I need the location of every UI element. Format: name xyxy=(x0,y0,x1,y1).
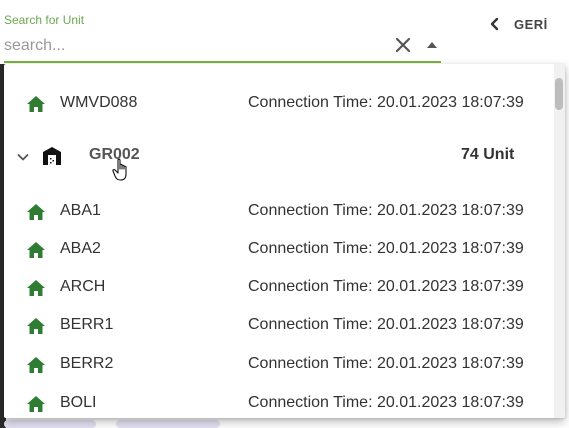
background-chip xyxy=(116,420,220,428)
search-label: Search for Unit xyxy=(4,13,85,27)
unit-name: ARCH xyxy=(60,278,106,295)
unit-name: BERR1 xyxy=(60,316,114,333)
home-icon xyxy=(27,96,45,112)
list-item-unit[interactable]: WMVD088 Connection Time: 20.01.2023 18:0… xyxy=(4,85,549,123)
home-icon xyxy=(27,357,45,373)
home-icon xyxy=(27,396,45,412)
list-item-unit[interactable]: ABA1 Connection Time: 20.01.2023 18:07:3… xyxy=(4,193,549,231)
hand-cursor-icon xyxy=(112,158,127,181)
scrollbar-track[interactable] xyxy=(554,64,565,418)
list-item-unit[interactable]: BERR1 Connection Time: 20.01.2023 18:07:… xyxy=(4,307,549,345)
list-item-unit[interactable]: ABA2 Connection Time: 20.01.2023 18:07:3… xyxy=(4,231,549,269)
connection-time: Connection Time: 20.01.2023 18:07:39 xyxy=(248,316,524,333)
triangle-up-icon xyxy=(427,42,437,48)
connection-time: Connection Time: 20.01.2023 18:07:39 xyxy=(248,278,524,295)
search-underline xyxy=(4,61,441,63)
scrollbar-thumb[interactable] xyxy=(555,78,563,110)
home-icon xyxy=(27,242,45,258)
connection-time: Connection Time: 20.01.2023 18:07:39 xyxy=(248,202,524,219)
chevron-left-icon xyxy=(490,17,499,31)
unit-dropdown-list[interactable]: WMVD088 Connection Time: 20.01.2023 18:0… xyxy=(4,64,565,418)
close-icon xyxy=(395,37,411,53)
connection-time: Connection Time: 20.01.2023 18:07:39 xyxy=(248,394,524,411)
toggle-dropdown-button[interactable] xyxy=(421,37,443,53)
connection-time: Connection Time: 20.01.2023 18:07:39 xyxy=(248,94,524,111)
connection-time: Connection Time: 20.01.2023 18:07:39 xyxy=(248,355,524,372)
home-icon xyxy=(27,204,45,220)
home-icon xyxy=(27,280,45,296)
unit-name: WMVD088 xyxy=(60,94,138,111)
group-row[interactable]: GR002 74 Unit xyxy=(4,132,549,180)
unit-name: BOLI xyxy=(60,394,97,411)
clear-search-button[interactable] xyxy=(393,35,413,55)
list-item-unit[interactable]: ARCH Connection Time: 20.01.2023 18:07:3… xyxy=(4,269,549,307)
unit-name: BERR2 xyxy=(60,355,114,372)
chevron-down-icon[interactable] xyxy=(16,150,30,164)
home-icon xyxy=(27,318,45,334)
search-input[interactable] xyxy=(4,34,384,58)
unit-name: ABA2 xyxy=(60,240,101,257)
unit-count-badge: 74 Unit xyxy=(461,146,515,163)
background-chip xyxy=(4,420,96,428)
connection-time: Connection Time: 20.01.2023 18:07:39 xyxy=(248,240,524,257)
unit-search: Search for Unit xyxy=(4,0,442,64)
list-item-unit[interactable]: BOLI Connection Time: 20.01.2023 18:07:3… xyxy=(4,385,549,418)
building-icon xyxy=(43,147,61,165)
list-item-unit[interactable]: BERR2 Connection Time: 20.01.2023 18:07:… xyxy=(4,346,549,384)
back-label: GERİ xyxy=(514,16,548,32)
back-button[interactable]: GERİ xyxy=(484,10,554,38)
unit-name: ABA1 xyxy=(60,202,101,219)
